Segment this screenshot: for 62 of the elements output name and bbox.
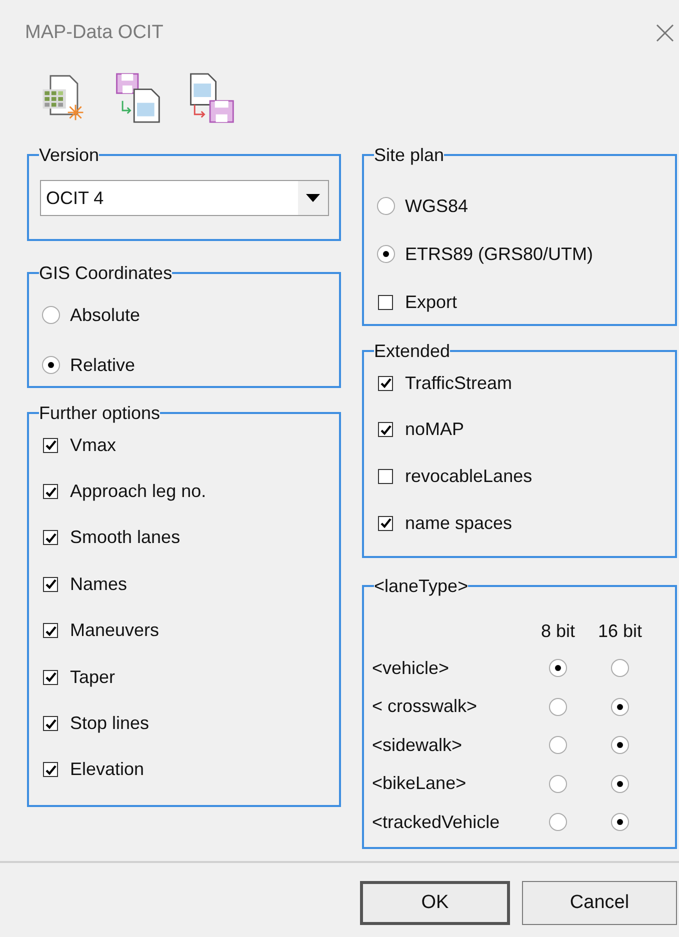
radio-button[interactable] [611,774,629,793]
checkbox-label: TrafficStream [405,372,512,394]
checkbox[interactable] [43,670,58,685]
checkbox-label: Names [70,574,128,595]
column-header: 8 bit [540,620,576,643]
checkbox-label: Elevation [70,759,144,780]
checkbox[interactable] [378,468,393,484]
radio-button[interactable] [611,659,629,678]
radio-button[interactable] [42,306,60,324]
lane-type-label: <sidewalk> [372,734,464,757]
close-icon[interactable] [655,23,675,43]
checkbox-label: noMAP [405,419,464,440]
radio-button[interactable] [611,698,629,716]
group-title: Version [39,146,100,164]
checkbox-label: Vmax [70,434,116,456]
group-title: Extended [374,342,450,360]
radio-label: WGS84 [405,196,468,216]
lane-type-label: <bikeLane> [372,772,468,796]
checkbox-label: revocableLanes [405,466,532,487]
group-title: <laneType> [374,577,468,595]
checkbox[interactable] [378,422,393,438]
checkbox[interactable] [378,376,393,391]
checkbox-label: Export [405,292,458,312]
checkbox-label: Approach leg no. [70,481,206,502]
radio-button[interactable] [611,736,629,754]
checkbox[interactable] [43,530,58,546]
checkbox[interactable] [378,516,393,531]
version-dropdown[interactable]: OCIT 4 [40,180,329,216]
window-title: MAP-Data OCIT [25,22,164,44]
radio-button[interactable] [42,356,60,374]
dialog-button[interactable]: OK [360,881,510,925]
checkbox-label: Maneuvers [70,620,160,642]
lane-type-label: <vehicle> [372,656,450,680]
checkbox[interactable] [43,716,58,732]
checkbox-label: Smooth lanes [70,527,180,548]
radio-button[interactable] [549,736,567,754]
radio-button[interactable] [549,698,567,716]
radio-label: Absolute [70,304,140,326]
checkbox[interactable] [43,438,58,453]
group-title: Site plan [374,146,444,164]
checkbox-label: Stop lines [70,713,150,734]
radio-label: ETRS89 (GRS80/UTM) [405,244,594,264]
radio-button[interactable] [549,774,567,793]
checkbox-label: Taper [70,666,116,688]
checkbox[interactable] [378,294,393,310]
checkbox[interactable] [43,576,58,592]
radio-button[interactable] [611,813,629,832]
lane-type-label: < crosswalk> [372,695,478,718]
radio-button[interactable] [377,197,395,215]
group-title: GIS Coordinates [39,264,172,282]
radio-button[interactable] [549,813,567,832]
dialog-button[interactable]: Cancel [522,881,677,925]
checkbox[interactable] [43,623,58,638]
checkbox[interactable] [43,762,58,778]
radio-button[interactable] [377,245,395,263]
column-header: 16 bit [596,620,644,643]
checkbox[interactable] [43,484,58,500]
group-title: Further options [39,404,160,422]
lane-type-label: <trackedVehicle [372,810,501,834]
radio-button[interactable] [549,659,567,678]
radio-label: Relative [70,354,136,376]
checkbox-label: name spaces [405,512,512,534]
